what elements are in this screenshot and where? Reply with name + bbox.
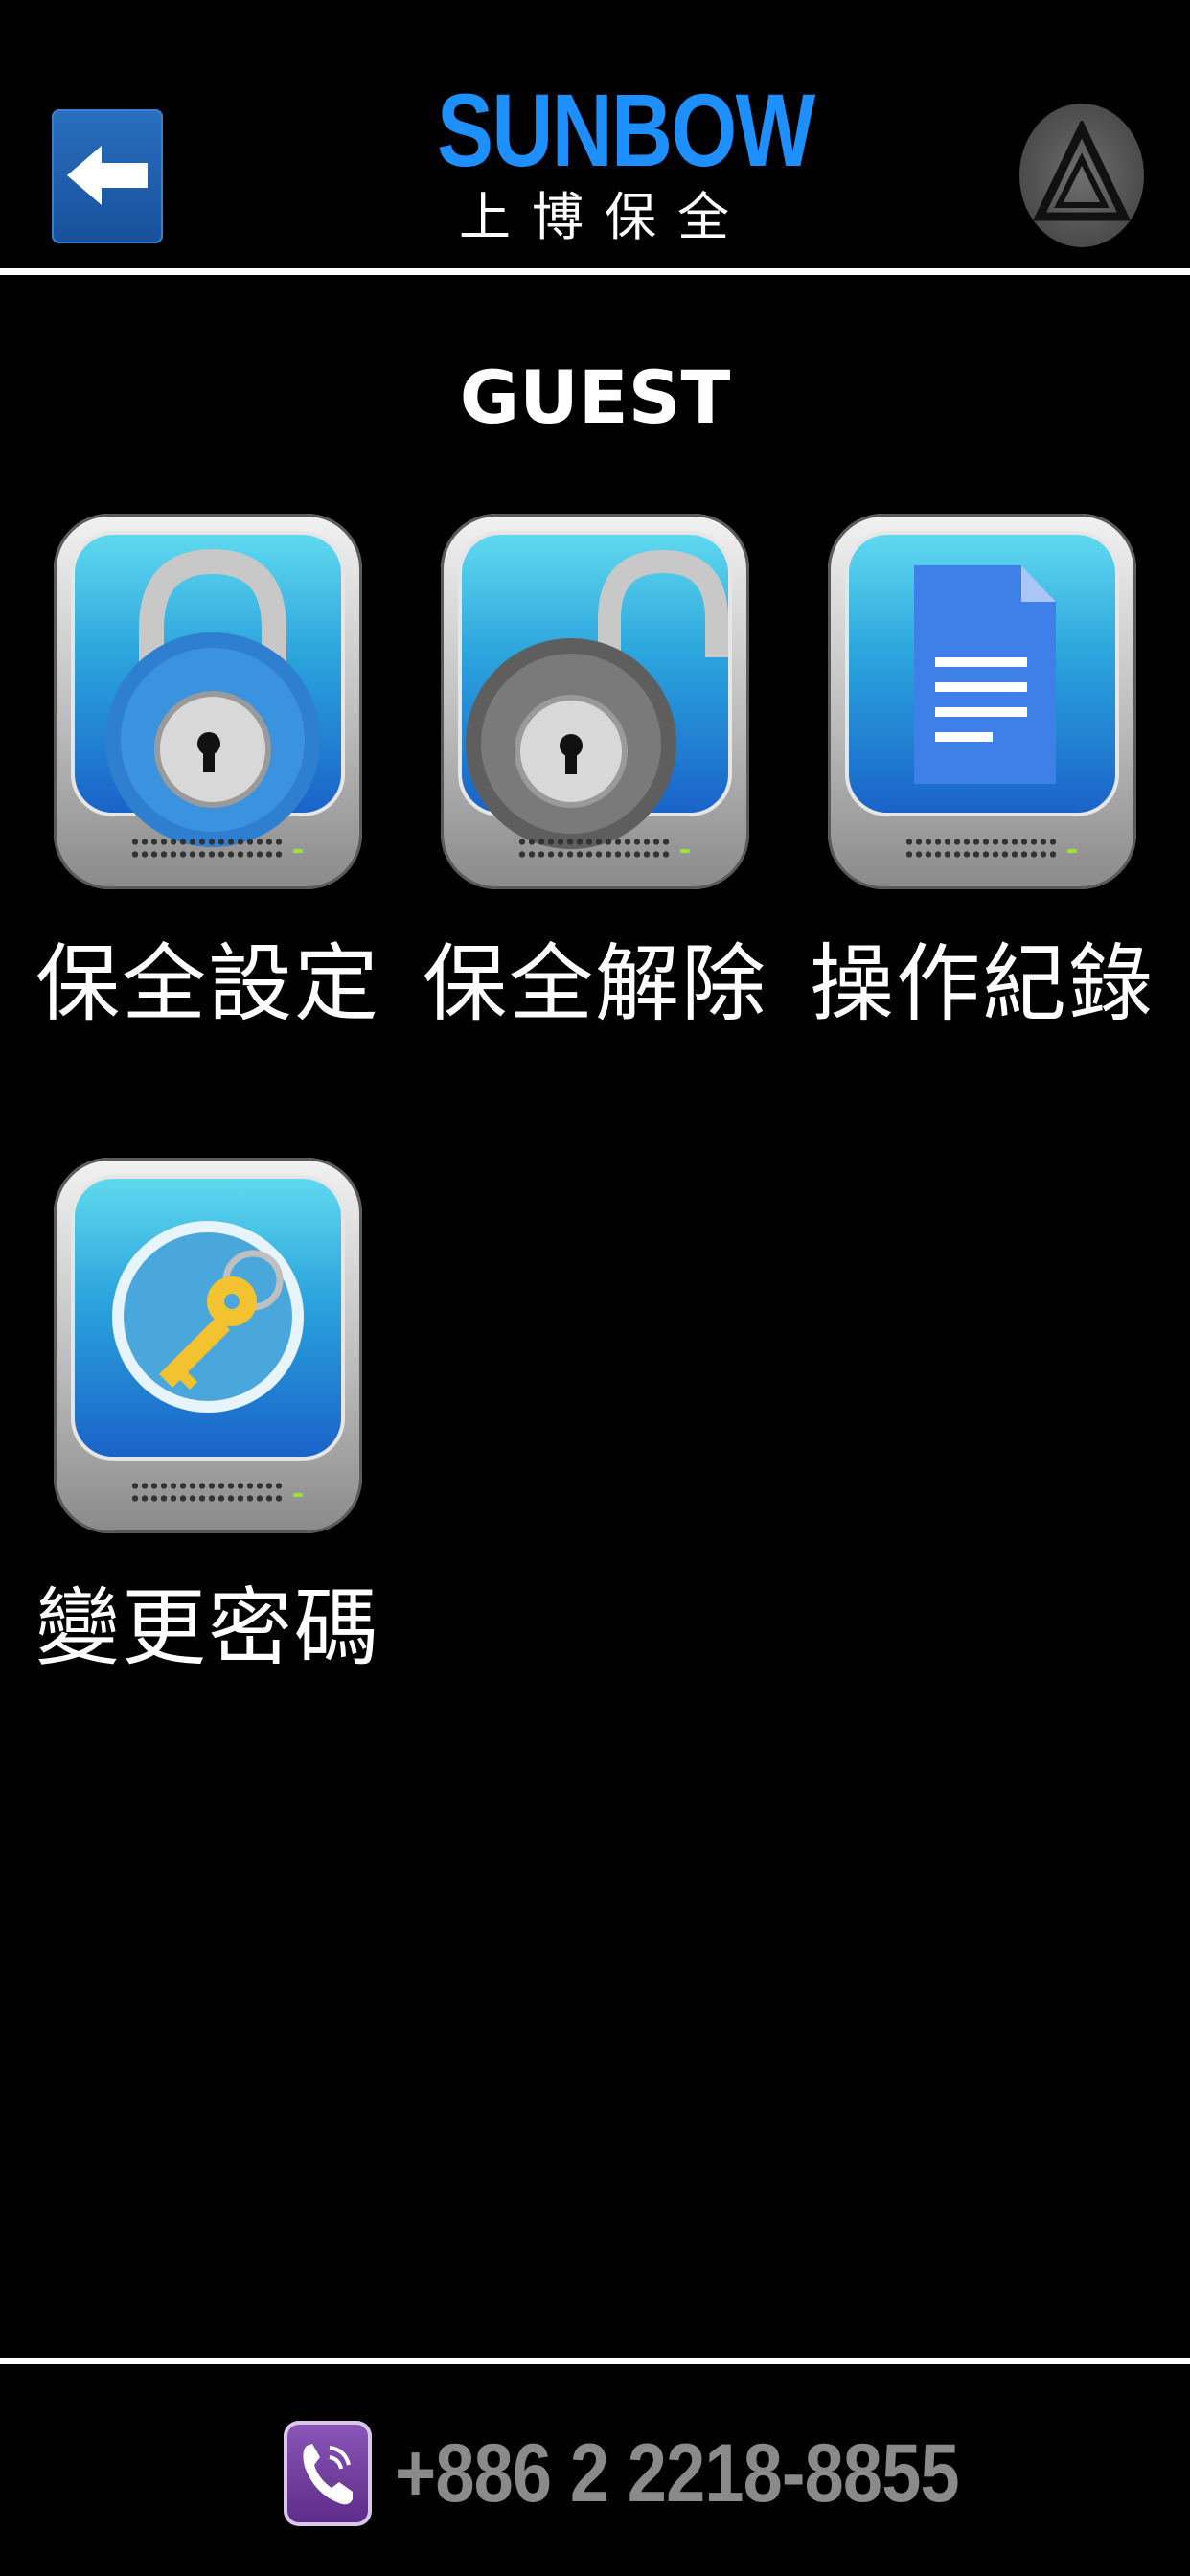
disarm-security-label: 保全解除 [422,934,767,1033]
document-icon [914,565,1056,784]
disarm-security-icon-frame[interactable] [441,514,749,889]
back-button[interactable] [52,109,163,243]
company-logo-button[interactable] [1019,104,1144,247]
operation-log-label: 操作紀錄 [809,934,1155,1033]
key-icon [112,1221,304,1413]
arm-security-label: 保全設定 [34,934,380,1033]
footer-divider [0,2358,1190,2364]
lock-open-icon [466,549,728,849]
lock-closed-icon [105,548,320,847]
operation-log-tile[interactable]: 操作紀錄 [810,514,1153,1033]
triangle-logo-icon [1034,121,1130,221]
disarm-security-tile[interactable]: 保全解除 [423,514,766,1033]
contact-footer[interactable]: +886 2 2218-8855 [0,2411,1190,2536]
arm-security-icon-frame[interactable] [54,514,362,889]
change-password-label: 變更密碼 [34,1578,380,1677]
arm-security-tile[interactable]: 保全設定 [35,514,378,1033]
change-password-tile[interactable]: 變更密碼 [35,1158,378,1677]
operation-log-icon-frame[interactable] [828,514,1136,889]
change-password-icon-frame[interactable] [54,1158,362,1533]
phone-call-icon[interactable] [284,2421,372,2526]
user-role-title: GUEST [459,355,731,440]
header-divider [0,268,1190,275]
brand-subtitle: 上博保全 [459,187,750,247]
brand-name: SUNBOW [437,72,815,188]
brand-logo: SUNBOW 上博保全 [402,72,815,251]
phone-number[interactable]: +886 2 2218-8855 [395,2421,960,2526]
arrow-left-icon [67,146,148,205]
